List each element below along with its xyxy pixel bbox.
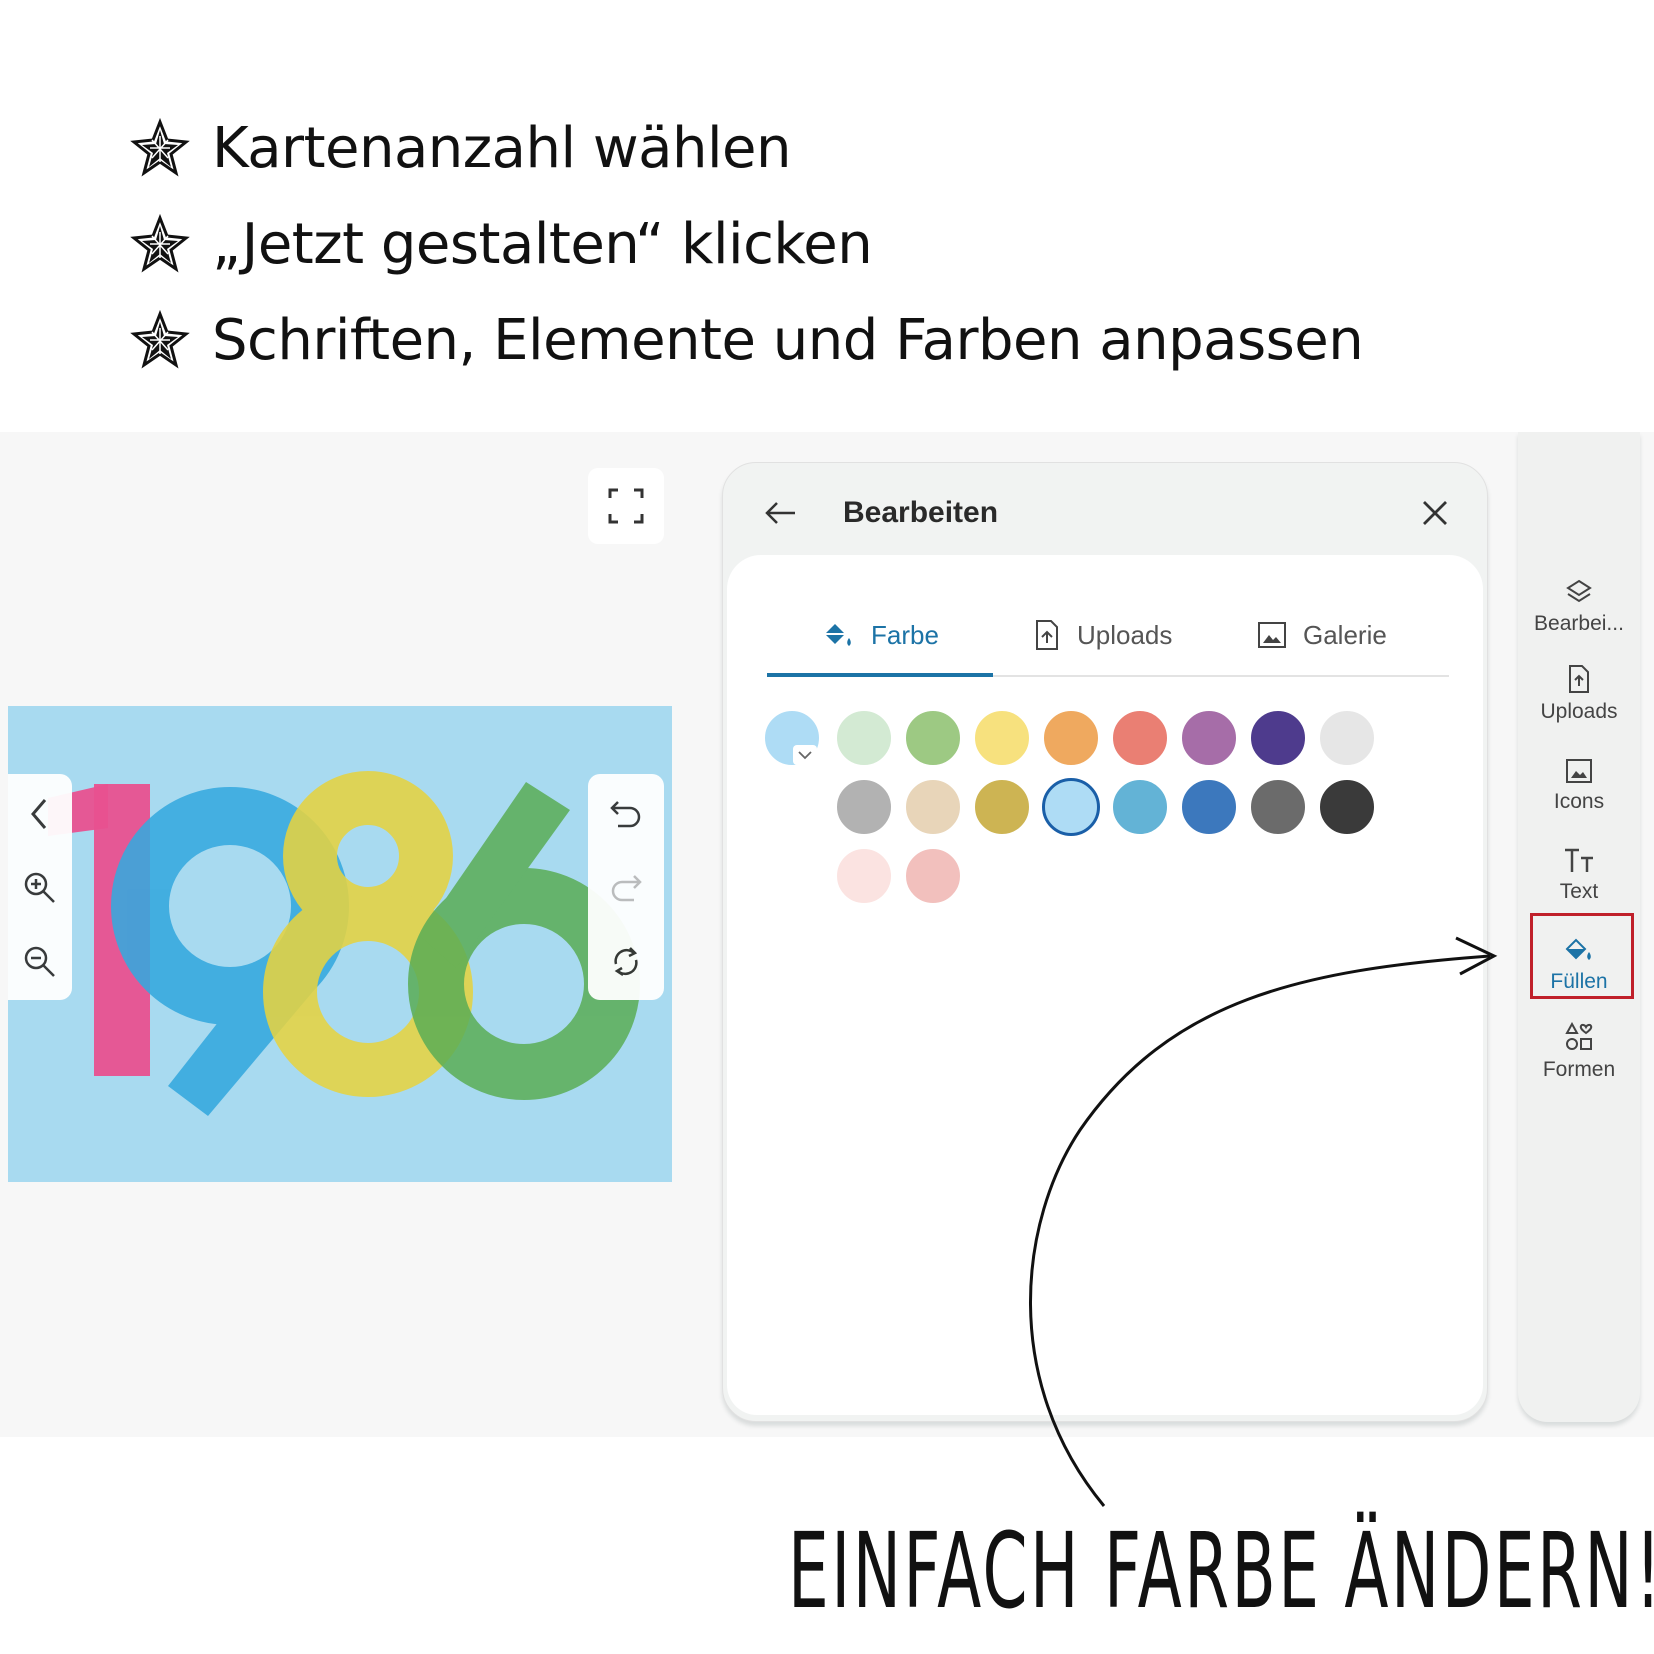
annotation-arrow [1029, 936, 1498, 1507]
annotation-text: EINFACH FARBE ÄNDERN! [788, 1510, 1654, 1632]
